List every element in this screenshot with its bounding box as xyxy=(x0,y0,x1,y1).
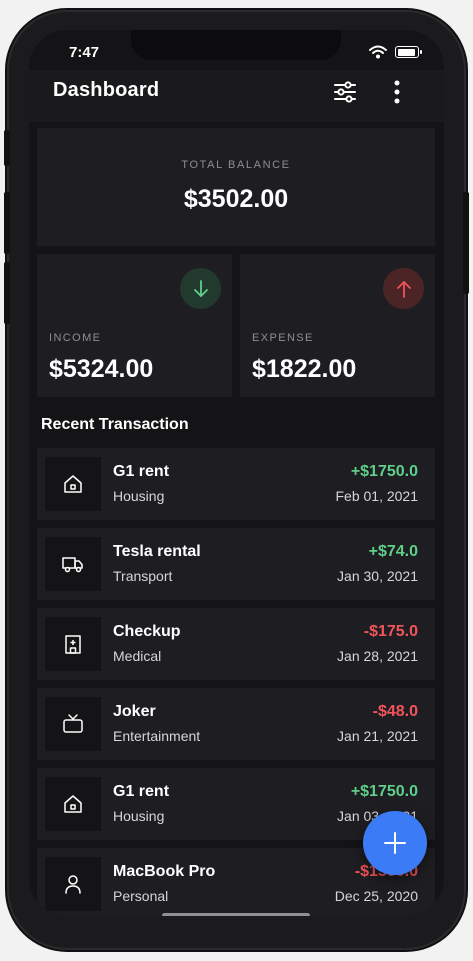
sliders-icon[interactable] xyxy=(332,79,358,105)
mute-switch xyxy=(4,130,10,166)
wifi-icon xyxy=(369,45,387,59)
transaction-category: Medical xyxy=(113,648,162,664)
volume-down-button xyxy=(4,262,10,324)
transaction-name: Tesla rental xyxy=(113,543,201,560)
transaction-icon-box xyxy=(45,697,101,751)
transaction-date: Feb 01, 2021 xyxy=(335,488,418,504)
transaction-amount: -$175.0 xyxy=(363,623,418,640)
plus-icon xyxy=(384,832,406,854)
transaction-amount: -$48.0 xyxy=(372,703,418,720)
app-screen: 7:47 Dashboard TOTAL BALANCE $3502.00 IN… xyxy=(29,30,444,916)
transaction-category: Housing xyxy=(113,808,165,824)
home-indicator[interactable] xyxy=(162,913,310,916)
expense-icon-badge xyxy=(383,268,424,309)
recent-transaction-heading: Recent Transaction xyxy=(41,416,189,433)
expense-value: $1822.00 xyxy=(252,355,357,383)
transaction-name: Checkup xyxy=(113,623,181,640)
transaction-date: Jan 21, 2021 xyxy=(337,728,418,744)
transaction-icon-box xyxy=(45,777,101,831)
volume-up-button xyxy=(4,192,10,254)
income-label: INCOME xyxy=(49,332,102,344)
transaction-category: Housing xyxy=(113,488,165,504)
expense-card: EXPENSE $1822.00 xyxy=(240,254,435,397)
house-icon xyxy=(64,475,82,493)
total-balance-label: TOTAL BALANCE xyxy=(181,159,291,171)
transaction-item[interactable]: G1 rent Housing +$1750.0 Feb 01, 2021 xyxy=(37,448,435,520)
status-bar: 7:47 xyxy=(29,30,444,70)
transaction-amount: +$1750.0 xyxy=(350,463,418,480)
transaction-category: Personal xyxy=(113,888,169,904)
transaction-date: Jan 28, 2021 xyxy=(337,648,418,664)
arrow-down-icon xyxy=(193,279,208,297)
more-vertical-icon[interactable] xyxy=(387,78,407,106)
person-icon xyxy=(65,875,81,894)
income-icon-badge xyxy=(180,268,221,309)
battery-icon xyxy=(395,46,422,58)
transaction-name: Joker xyxy=(113,703,156,720)
truck-icon xyxy=(62,557,83,573)
total-balance-card: TOTAL BALANCE $3502.00 xyxy=(37,128,435,246)
hospital-icon xyxy=(65,635,81,654)
expense-label: EXPENSE xyxy=(252,332,314,344)
arrow-up-icon xyxy=(396,280,411,298)
page-title: Dashboard xyxy=(53,79,160,101)
add-transaction-button[interactable] xyxy=(363,811,427,875)
status-time: 7:47 xyxy=(69,44,100,61)
transaction-icon-box xyxy=(45,857,101,911)
transaction-amount: +$1750.0 xyxy=(350,783,418,800)
house-icon xyxy=(64,795,82,813)
power-button xyxy=(463,192,469,294)
app-bar: Dashboard xyxy=(29,70,444,122)
income-card: INCOME $5324.00 xyxy=(37,254,232,397)
total-balance-value: $3502.00 xyxy=(183,185,289,213)
transaction-name: G1 rent xyxy=(113,783,170,800)
transaction-icon-box xyxy=(45,617,101,671)
tv-icon xyxy=(63,714,83,733)
transaction-date: Dec 25, 2020 xyxy=(334,888,418,904)
transaction-name: G1 rent xyxy=(113,463,170,480)
transaction-category: Entertainment xyxy=(113,728,201,744)
transaction-icon-box xyxy=(45,537,101,591)
transaction-name: MacBook Pro xyxy=(113,863,216,880)
transaction-date: Jan 30, 2021 xyxy=(337,568,418,584)
transaction-icon-box xyxy=(45,457,101,511)
transaction-item[interactable]: Tesla rental Transport +$74.0 Jan 30, 20… xyxy=(37,528,435,600)
income-value: $5324.00 xyxy=(49,355,154,383)
transaction-item[interactable]: Checkup Medical -$175.0 Jan 28, 2021 xyxy=(37,608,435,680)
transaction-category: Transport xyxy=(113,568,173,584)
notch xyxy=(131,30,341,60)
transaction-item[interactable]: Joker Entertainment -$48.0 Jan 21, 2021 xyxy=(37,688,435,760)
transaction-amount: +$74.0 xyxy=(368,543,418,560)
